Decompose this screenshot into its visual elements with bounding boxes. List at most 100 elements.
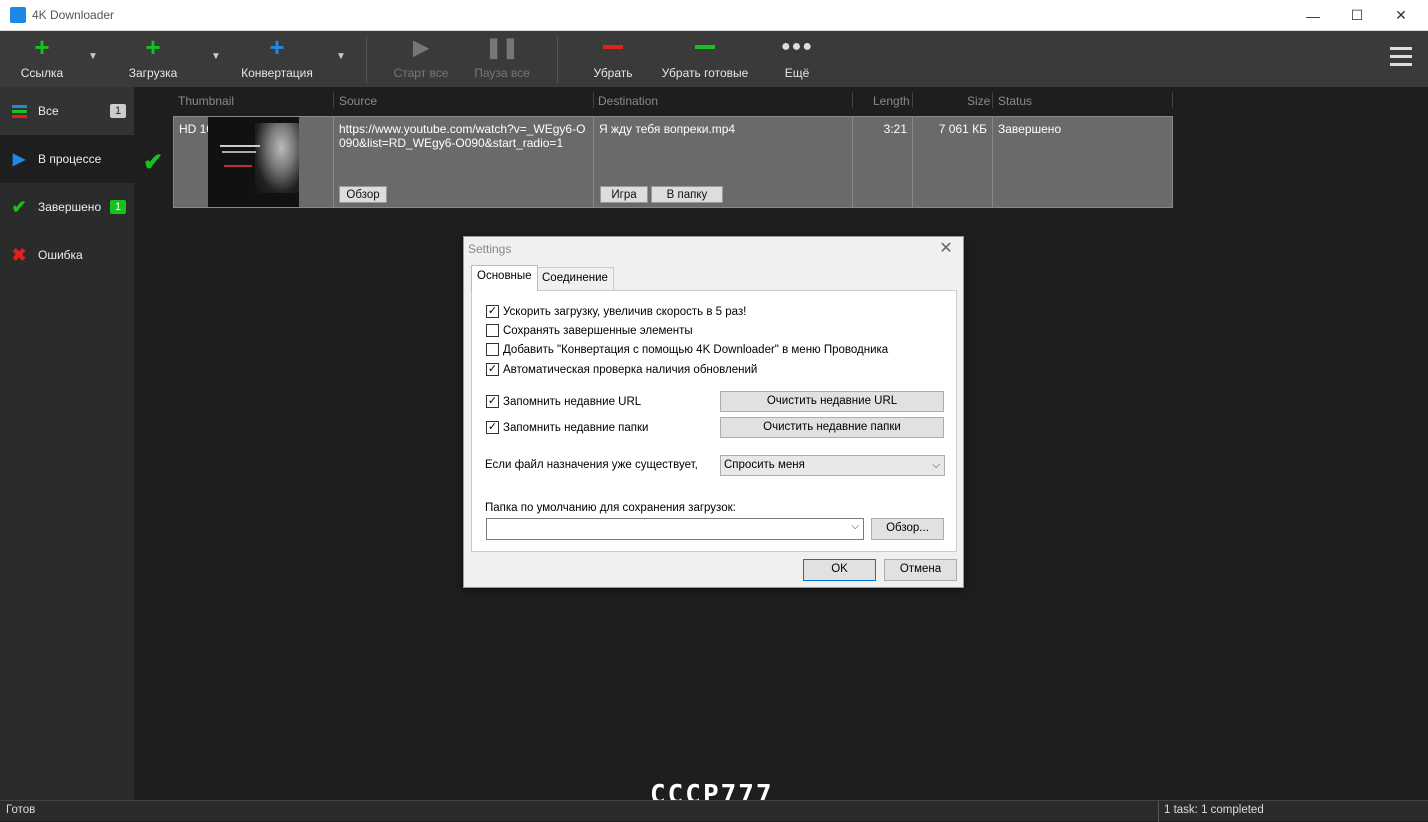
destination-cell: Я жду тебя вопреки.mp4 Игра В папку [594, 117, 853, 207]
completed-check-icon: ✔ [143, 149, 164, 176]
column-divider [1172, 92, 1173, 108]
column-header-length[interactable]: Length [873, 94, 910, 108]
size-value: 7 061 КБ [938, 122, 987, 136]
check-icon: ✔ [11, 196, 27, 217]
toolbar-divider [557, 37, 558, 83]
length-cell: 3:21 [853, 117, 913, 207]
plus-icon: + [145, 31, 161, 62]
checkbox-explorer-menu[interactable]: Добавить "Конвертация с помощью 4K Downl… [486, 343, 888, 356]
start-all-button[interactable]: ▶ Старт все [390, 31, 452, 87]
column-divider [333, 92, 334, 108]
checkbox-box[interactable]: ✓ [486, 363, 499, 376]
browse-source-button[interactable]: Обзор [339, 186, 387, 203]
checkbox-box[interactable]: ✓ [486, 421, 499, 434]
error-x-icon: ✖ [11, 244, 27, 265]
minimize-button[interactable]: — [1290, 0, 1336, 31]
add-conversion-dropdown-icon[interactable]: ▼ [333, 51, 349, 67]
sidebar-item-label: В процессе [38, 152, 102, 166]
play-button[interactable]: Игра [600, 186, 648, 203]
count-badge: 1 [110, 200, 126, 214]
pause-all-button[interactable]: ❚❚ Пауза все [472, 31, 532, 87]
column-header-destination[interactable]: Destination [598, 94, 658, 108]
start-all-label: Старт все [393, 66, 449, 80]
column-header-status[interactable]: Status [998, 94, 1032, 108]
checkbox-auto-update[interactable]: ✓ Автоматическая проверка наличия обновл… [486, 363, 757, 376]
pause-all-label: Пауза все [474, 66, 530, 80]
status-value: Завершено [998, 122, 1062, 136]
title-bar: 4K Downloader — ☐ ✕ [0, 0, 1428, 31]
checkbox-label: Ускорить загрузку, увеличив скорость в 5… [503, 305, 747, 318]
dialog-close-icon[interactable]: ✕ [935, 239, 957, 261]
tab-general[interactable]: Основные [471, 265, 538, 291]
tab-connection[interactable]: Соединение [536, 267, 614, 290]
open-folder-button[interactable]: В папку [651, 186, 723, 203]
default-folder-label: Папка по умолчанию для сохранения загруз… [485, 502, 736, 514]
checkbox-box[interactable] [486, 343, 499, 356]
sidebar-item-completed[interactable]: ✔ Завершено 1 [0, 183, 134, 231]
file-exists-label: Если файл назначения уже существует, [485, 459, 698, 471]
status-cell: Завершено [993, 117, 1172, 207]
window-title: 4K Downloader [32, 8, 115, 22]
general-tab-panel: ✓ Ускорить загрузку, увеличив скорость в… [471, 290, 957, 552]
ok-button[interactable]: OK [803, 559, 876, 581]
checkbox-box[interactable] [486, 324, 499, 337]
cancel-button[interactable]: Отмена [884, 559, 957, 581]
remove-label: Убрать [593, 66, 633, 80]
checkbox-box[interactable]: ✓ [486, 395, 499, 408]
checkbox-accelerate[interactable]: ✓ Ускорить загрузку, увеличив скорость в… [486, 305, 746, 318]
column-header-source[interactable]: Source [339, 94, 377, 108]
add-link-button[interactable]: + Ссылка [12, 31, 72, 87]
table-row[interactable]: HD 1080 https://www.youtube.com/watch?v=… [173, 116, 1173, 208]
size-cell: 7 061 КБ [913, 117, 993, 207]
checkbox-label: Сохранять завершенные элементы [503, 324, 693, 337]
play-icon: ▶ [413, 36, 429, 59]
column-divider [912, 92, 913, 108]
add-download-dropdown-icon[interactable]: ▼ [208, 51, 224, 67]
checkbox-remember-folders[interactable]: ✓ Запомнить недавние папки [486, 421, 648, 434]
more-label: Ещё [784, 66, 810, 80]
default-folder-value [487, 523, 490, 535]
add-conversion-button[interactable]: + Конвертация [240, 31, 314, 87]
destination-filename: Я жду тебя вопреки.mp4 [599, 122, 736, 136]
play-icon: ▶ [12, 151, 26, 168]
remove-done-button[interactable]: Убрать готовые [660, 31, 750, 87]
sidebar-item-all[interactable]: Все 1 [0, 87, 134, 135]
column-header-size[interactable]: Size [967, 94, 990, 108]
status-left-text: Готов [6, 804, 36, 816]
sidebar-item-error[interactable]: ✖ Ошибка [0, 231, 134, 279]
minus-icon [695, 31, 715, 63]
checkbox-keep-completed[interactable]: Сохранять завершенные элементы [486, 324, 693, 337]
add-download-label: Загрузка [128, 66, 178, 80]
pause-icon: ❚❚ [485, 36, 519, 59]
checkbox-label: Запомнить недавние URL [503, 395, 642, 408]
video-thumbnail [208, 117, 299, 207]
sidebar-item-in-progress[interactable]: ▶ В процессе [0, 135, 134, 183]
close-button[interactable]: ✕ [1378, 0, 1424, 31]
remove-button[interactable]: Убрать [588, 31, 638, 87]
toolbar-divider [366, 37, 367, 83]
more-button[interactable]: ●●● Ещё [776, 31, 818, 87]
checkbox-label: Автоматическая проверка наличия обновлен… [503, 363, 758, 376]
default-folder-combo[interactable]: ⌵ [486, 518, 864, 540]
add-conversion-label: Конвертация [241, 66, 313, 80]
file-exists-select[interactable]: Спросить меня ⌵ [720, 455, 945, 476]
status-right-text: 1 task: 1 completed [1164, 804, 1264, 816]
plus-icon: + [34, 31, 50, 62]
checkbox-remember-urls[interactable]: ✓ Запомнить недавние URL [486, 395, 641, 408]
checkbox-label: Запомнить недавние папки [503, 421, 649, 434]
add-download-button[interactable]: + Загрузка [122, 31, 184, 87]
column-divider [852, 92, 853, 108]
column-header-thumbnail[interactable]: Thumbnail [178, 94, 234, 108]
column-divider [992, 92, 993, 108]
clear-urls-button[interactable]: Очистить недавние URL [720, 391, 944, 412]
maximize-button[interactable]: ☐ [1334, 0, 1380, 31]
remove-done-label: Убрать готовые [661, 66, 749, 80]
add-link-dropdown-icon[interactable]: ▼ [85, 51, 101, 67]
browse-folder-button[interactable]: Обзор... [871, 518, 944, 540]
thumbnail-cell: HD 1080 [174, 117, 334, 207]
menu-icon[interactable] [1390, 47, 1412, 69]
toolbar: + Ссылка ▼ + Загрузка ▼ + Конвертация ▼ … [0, 31, 1428, 87]
checkbox-box[interactable]: ✓ [486, 305, 499, 318]
sidebar-item-label: Ошибка [38, 248, 83, 262]
clear-folders-button[interactable]: Очистить недавние папки [720, 417, 944, 438]
